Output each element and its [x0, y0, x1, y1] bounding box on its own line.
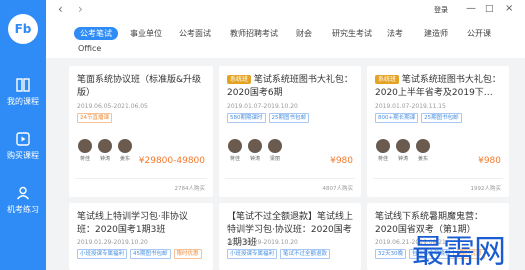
category-tabs: 公考笔试 事业单位 公考面试 教师招聘考试 财会 研究生考试 法考 建造师 公开…: [46, 20, 525, 58]
tab-teacher-recruitment[interactable]: 教师招聘考试: [230, 28, 278, 39]
login-link[interactable]: 登录: [434, 5, 448, 15]
avatar: [376, 139, 390, 153]
tab-office[interactable]: Office: [78, 44, 101, 53]
course-badge: 笔试不过全额退款: [280, 249, 331, 259]
tab-open-course[interactable]: 公开课: [467, 28, 491, 39]
sidebar-item-my-courses[interactable]: 我的课程: [0, 78, 46, 107]
course-badges: 小班授课专属福利 笔试不过全额退款: [227, 249, 333, 259]
teacher-name: 蒋佳: [229, 156, 240, 162]
sidebar-item-buy-courses[interactable]: 购买课程: [0, 132, 46, 161]
divider: [225, 178, 355, 179]
course-title: 笔试线上特训学习包·非协议班：2020国考1期3班: [77, 212, 188, 235]
sidebar-item-label: 购买课程: [7, 151, 39, 160]
tab-shiye-danwei[interactable]: 事业单位: [130, 28, 162, 39]
back-button[interactable]: ‹: [58, 2, 63, 16]
sidebar-item-exam-practice[interactable]: 机考练习: [0, 186, 46, 215]
course-date: 2019.01.29-2019.10.20: [227, 239, 298, 246]
tab-accounting[interactable]: 财会: [296, 28, 312, 39]
course-badges: 24节直播课: [77, 113, 115, 123]
course-price: ¥29800-49800: [138, 156, 205, 166]
maximize-button[interactable]: □: [485, 4, 494, 14]
course-badges: 800+期长期课 25期图书包邮: [375, 113, 465, 123]
teacher-name: 梁丽: [269, 156, 280, 162]
watermark: 最需网: [412, 232, 506, 270]
teacher: 钟涛: [395, 139, 411, 162]
course-badge: 580期期课时: [227, 113, 266, 123]
teacher-name: 姜东: [119, 156, 130, 162]
system-class-tag: 系统班: [227, 75, 252, 84]
teacher: 蒋佳: [227, 139, 243, 162]
minimize-button[interactable]: —: [466, 3, 476, 14]
tab-graduate-exam[interactable]: 研究生考试: [332, 28, 372, 39]
course-badge: 小班授课专属福利: [77, 249, 128, 259]
course-title: 笔面系统协议班（标准版&升级版）: [77, 75, 202, 98]
avatar: [248, 139, 262, 153]
tab-gongkao-bishi[interactable]: 公考笔试: [74, 27, 118, 40]
avatar: [396, 139, 410, 153]
tab-law-exam[interactable]: 法考: [387, 28, 403, 39]
app-logo[interactable]: Fb: [8, 14, 38, 44]
teacher: 梁丽: [267, 139, 283, 162]
course-date: 2019.01.07-2019.10.20: [227, 103, 298, 110]
teacher-name: 蒋佳: [377, 156, 388, 162]
teacher-name: 钟涛: [99, 156, 110, 162]
sidebar-item-label: 我的课程: [7, 97, 39, 106]
course-badge: 25期图书包邮: [268, 113, 309, 123]
teacher: 姜东: [117, 139, 133, 162]
course-badge: 小班授课专属福利: [227, 249, 278, 259]
title-bar: ‹ › 登录 — □ ×: [46, 0, 525, 20]
buyer-count: 4807人购买: [322, 186, 354, 192]
teacher: 姜东: [415, 139, 431, 162]
avatar: [416, 139, 430, 153]
teacher-name: 钟涛: [397, 156, 408, 162]
course-card[interactable]: 【笔试不过全额退款】笔试线上特训学习包·协议班：2020国考1期3班 2019.…: [219, 203, 361, 270]
divider: [373, 178, 503, 179]
avatar: [98, 139, 112, 153]
teacher: 钟涛: [97, 139, 113, 162]
course-badge: 45期图书包邮: [130, 249, 171, 259]
close-button[interactable]: ×: [505, 3, 513, 14]
teacher-name: 蒋佳: [79, 156, 90, 162]
avatar: [268, 139, 282, 153]
course-date: 2019.06.05-2021.06.05: [77, 103, 148, 110]
course-badges: 小班授课专属福利 45期图书包邮 限时优惠: [77, 249, 205, 259]
book-icon: [16, 78, 30, 92]
course-card[interactable]: 笔试线上特训学习包·非协议班：2020国考1期3班 2019.01.29-201…: [69, 203, 213, 270]
course-card[interactable]: 笔面系统协议班（标准版&升级版） 2019.06.05-2021.06.05 2…: [69, 66, 213, 197]
system-class-tag: 系统班: [375, 75, 400, 84]
course-card[interactable]: 系统班 笔试系统班图书大礼包：2020上半年省考及2019下… 2019.01.…: [367, 66, 509, 197]
teacher: 蒋佳: [375, 139, 391, 162]
course-badge: 25期图书包邮: [421, 113, 462, 123]
course-price: ¥980: [330, 156, 353, 166]
course-date: 2019.01.29-2019.10.20: [77, 239, 148, 246]
buyer-count: 2784人购买: [174, 186, 206, 192]
user-icon: [16, 186, 30, 200]
course-price: ¥980: [478, 156, 501, 166]
sidebar-item-label: 机考练习: [7, 205, 39, 214]
divider: [75, 178, 207, 179]
course-badge: 限时优惠: [173, 249, 202, 259]
course-card[interactable]: 系统班 笔试系统班图书大礼包：2020国考6期 2019.01.07-2019.…: [219, 66, 361, 197]
teacher-name: 姜东: [417, 156, 428, 162]
course-badges: 580期期课时 25期图书包邮: [227, 113, 312, 123]
course-date: 2019.01.07-2019.11.15: [375, 103, 446, 110]
avatar: [78, 139, 92, 153]
course-title: 系统班 笔试系统班图书大礼包：2020上半年省考及2019下…: [375, 75, 501, 98]
tab-constructor[interactable]: 建造师: [424, 28, 448, 39]
buyer-count: 1992人购买: [470, 186, 502, 192]
avatar: [228, 139, 242, 153]
teacher-name: 钟涛: [249, 156, 260, 162]
play-icon: [16, 132, 30, 146]
course-badge: 32天30晚: [375, 249, 406, 259]
course-badge: 24节直播课: [77, 113, 112, 123]
tab-gongkao-mianshi[interactable]: 公考面试: [179, 28, 211, 39]
forward-button[interactable]: ›: [78, 2, 83, 16]
course-badge: 800+期长期课: [375, 113, 419, 123]
course-title: 系统班 笔试系统班图书大礼包：2020国考6期: [227, 75, 353, 98]
sidebar: Fb 我的课程 购买课程 机考练习: [0, 0, 46, 270]
avatar: [118, 139, 132, 153]
teacher: 钟涛: [247, 139, 263, 162]
teacher: 蒋佳: [77, 139, 93, 162]
